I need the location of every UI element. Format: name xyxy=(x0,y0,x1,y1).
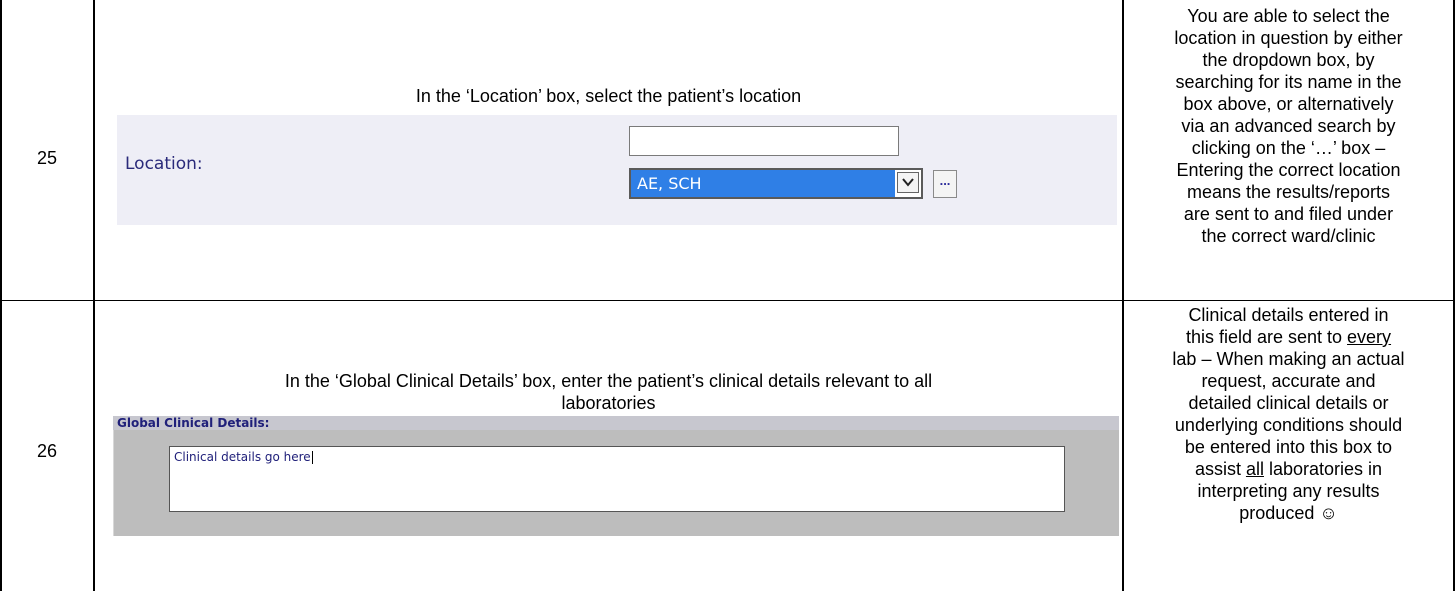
instruction-line: In the ‘Global Clinical Details’ box, en… xyxy=(284,371,933,391)
location-label: Location: xyxy=(125,154,203,174)
note-line: detailed clinical details or xyxy=(1188,393,1389,413)
location-dropdown[interactable]: AE, SCH xyxy=(629,168,923,199)
instruction-line: laboratories xyxy=(561,393,656,413)
global-clinical-details-screenshot: Global Clinical Details: Clinical detail… xyxy=(113,416,1119,536)
step-notes: You are able to select the location in q… xyxy=(1124,5,1453,247)
table-border-right xyxy=(1453,0,1455,591)
note-line: the dropdown box, by xyxy=(1202,50,1375,70)
step-number: 25 xyxy=(36,148,58,168)
note-line: interpreting any results xyxy=(1197,481,1380,501)
note-emphasis: all xyxy=(1245,459,1264,479)
note-text: this field are sent to xyxy=(1185,327,1348,347)
location-screenshot: Location: AE, SCH ... xyxy=(117,115,1117,225)
step-instruction: In the ‘Global Clinical Details’ box, en… xyxy=(95,370,1122,414)
step-instruction: In the ‘Location’ box, select the patien… xyxy=(415,86,802,106)
note-line: request, accurate and xyxy=(1201,371,1376,391)
note-line: this field are sent to every xyxy=(1124,326,1453,348)
location-selected-option: AE, SCH xyxy=(631,170,895,197)
note-line: via an advanced search by xyxy=(1181,116,1396,136)
note-line: location in question by either xyxy=(1174,28,1403,48)
note-line: means the results/reports xyxy=(1186,182,1391,202)
note-line: produced ☺ xyxy=(1239,503,1338,523)
step-number: 26 xyxy=(36,441,58,461)
note-line: lab – When making an actual xyxy=(1172,349,1405,369)
clinical-details-textarea[interactable]: Clinical details go here xyxy=(169,446,1065,512)
row-separator xyxy=(0,300,1455,301)
note-text: assist xyxy=(1194,459,1246,479)
note-line: searching for its name in the xyxy=(1175,72,1402,92)
note-line: underlying conditions should xyxy=(1174,415,1403,435)
note-line: the correct ward/clinic xyxy=(1201,226,1376,246)
note-line: assist all laboratories in xyxy=(1124,458,1453,480)
note-emphasis: every xyxy=(1347,327,1392,347)
note-line: box above, or alternatively xyxy=(1183,94,1394,114)
advanced-search-button[interactable]: ... xyxy=(933,170,957,198)
text-caret xyxy=(311,451,313,464)
note-text: laboratories in xyxy=(1263,459,1383,479)
step-notes: Clinical details entered in this field a… xyxy=(1124,304,1453,524)
chevron-down-icon[interactable] xyxy=(897,172,919,193)
clinical-details-text: Clinical details go here xyxy=(174,450,311,464)
note-line: be entered into this box to xyxy=(1184,437,1393,457)
table-border-left xyxy=(0,0,2,591)
global-clinical-details-label: Global Clinical Details: xyxy=(113,416,1119,430)
note-line: clicking on the ‘…’ box – xyxy=(1191,138,1386,158)
note-line: Entering the correct location xyxy=(1176,160,1401,180)
note-line: You are able to select the xyxy=(1187,6,1390,26)
location-search-input[interactable] xyxy=(629,126,899,156)
note-line: are sent to and filed under xyxy=(1183,204,1394,224)
note-line: Clinical details entered in xyxy=(1188,305,1389,325)
